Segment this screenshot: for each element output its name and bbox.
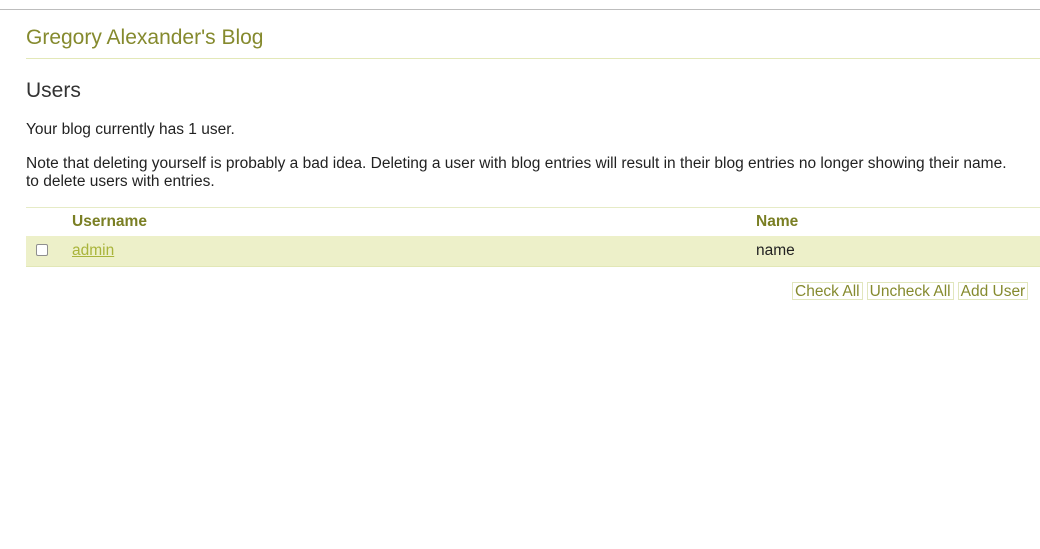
main-content: Gregory Alexander's Blog Users Your blog… [26,10,1040,549]
delete-warning-note: Note that deleting yourself is probably … [26,155,1040,191]
page-title: Users [26,79,81,102]
users-table: Username Name admin name [26,207,1040,267]
delete-warning-line-2: to delete users with entries. [26,173,215,190]
table-row: admin name [26,236,1040,267]
title-divider [26,58,1040,59]
add-user-button[interactable]: Add User [957,282,1029,300]
column-header-username[interactable]: Username [72,213,147,231]
blog-title: Gregory Alexander's Blog [26,26,264,49]
uncheck-all-button[interactable]: Uncheck All [866,282,954,300]
check-all-button[interactable]: Check All [792,282,863,300]
username-link[interactable]: admin [72,242,114,260]
user-count-text: Your blog currently has 1 user. [26,121,235,138]
table-header-row: Username Name [26,208,1040,236]
table-actions: Check All Uncheck All Add User [792,282,1032,302]
row-select-checkbox[interactable] [36,244,48,256]
delete-warning-line-1: Note that deleting yourself is probably … [26,155,1007,172]
column-header-name[interactable]: Name [756,213,798,231]
name-cell: name [756,242,795,259]
